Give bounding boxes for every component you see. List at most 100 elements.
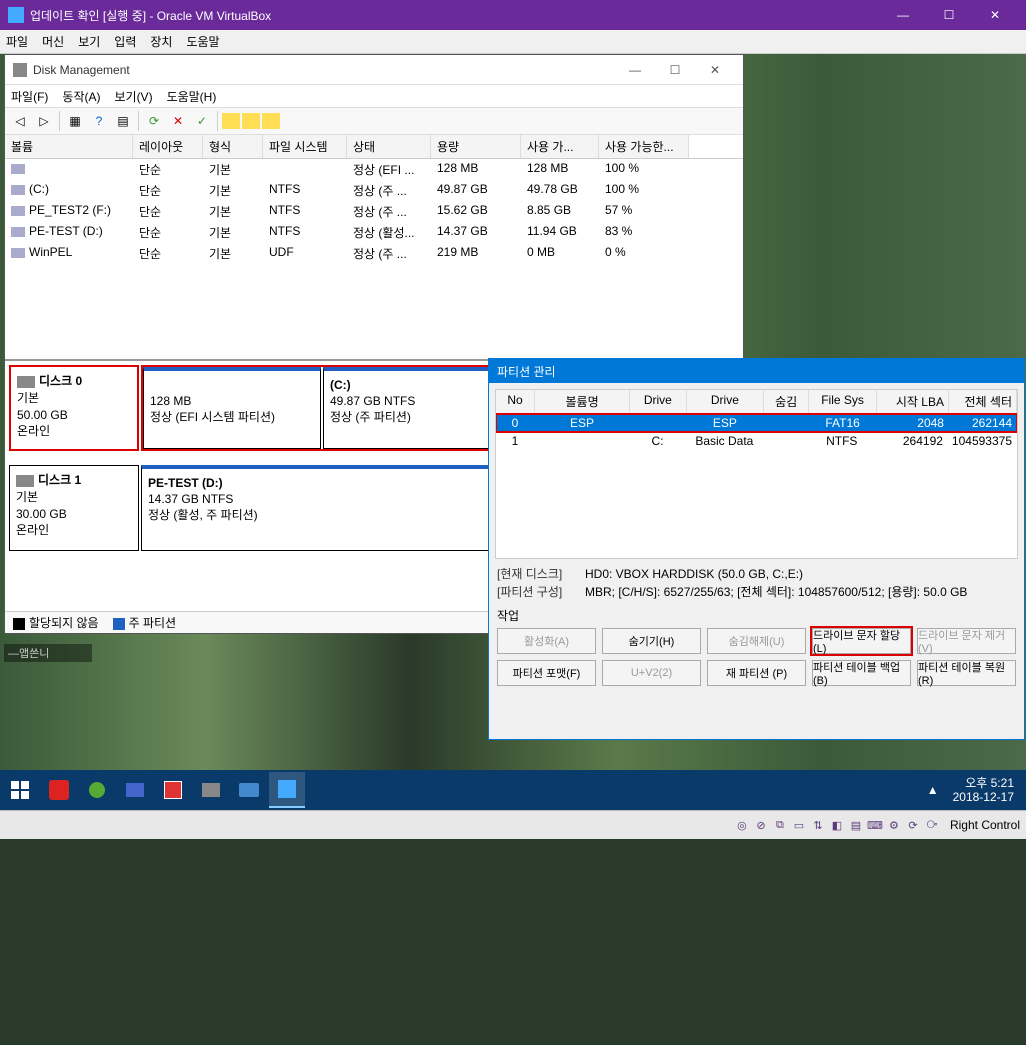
vbox-status-icon[interactable]: ⌨	[867, 817, 883, 833]
col-type[interactable]: 형식	[203, 135, 263, 158]
pm-col-drive[interactable]: Drive	[630, 390, 686, 413]
start-button[interactable]	[0, 770, 40, 810]
volume-row[interactable]: WinPEL단순기본UDF정상 (주 ...219 MB0 MB0 %	[5, 243, 743, 264]
col-capacity[interactable]: 용량	[431, 135, 521, 158]
tb-check-icon[interactable]: ✓	[191, 110, 213, 132]
maximize-button[interactable]: ☐	[926, 0, 972, 30]
disk1-label[interactable]: 디스크 1 기본 30.00 GB 온라인	[9, 465, 139, 551]
vbox-statusbar: ◎⊘⧉▭⇅◧▤⌨⚙⟳⧂ Right Control	[0, 810, 1026, 839]
pm-col-lba[interactable]: 시작 LBA	[877, 390, 949, 413]
tb-delete-icon[interactable]: ✕	[167, 110, 189, 132]
tb-extra2-icon[interactable]	[242, 113, 260, 129]
dm-icon	[13, 63, 27, 77]
vbox-status-icon[interactable]: ⇅	[810, 817, 826, 833]
dm-menu-help[interactable]: 도움말(H)	[167, 88, 217, 105]
close-button[interactable]: ✕	[972, 0, 1018, 30]
minimize-button[interactable]: —	[880, 0, 926, 30]
vbox-status-icon[interactable]: ◧	[829, 817, 845, 833]
vbox-icon	[8, 7, 24, 23]
menu-machine[interactable]: 머신	[42, 33, 64, 50]
vbox-guest-screen: Disk Management — ☐ ✕ 파일(F) 동작(A) 보기(V) …	[0, 54, 1026, 770]
tb-fwd-icon[interactable]: ▷	[33, 110, 55, 132]
dm-menu-action[interactable]: 동작(A)	[62, 88, 100, 105]
pm-col-no[interactable]: No	[496, 390, 535, 413]
menu-file[interactable]: 파일	[6, 33, 28, 50]
taskbar-app-power[interactable]	[41, 772, 77, 808]
vbox-hostkey: Right Control	[950, 818, 1020, 832]
dm-maximize-button[interactable]: ☐	[655, 58, 695, 82]
dm-minimize-button[interactable]: —	[615, 58, 655, 82]
btn-restore-table[interactable]: 파티션 테이블 복원(R)	[917, 660, 1016, 686]
btn-repartition[interactable]: 재 파티션 (P)	[707, 660, 806, 686]
pm-col-fs[interactable]: File Sys	[809, 390, 877, 413]
menu-devices[interactable]: 장치	[150, 33, 172, 50]
btn-backup-table[interactable]: 파티션 테이블 백업(B)	[812, 660, 911, 686]
vbox-status-icon[interactable]: ▤	[848, 817, 864, 833]
taskbar-app-2[interactable]	[79, 772, 115, 808]
btn-remove-letter[interactable]: 드라이브 문자 제거(V)	[917, 628, 1016, 654]
btn-assign-letter[interactable]: 드라이브 문자 할당(L)	[812, 628, 911, 654]
annotation-arrow	[977, 663, 1026, 1045]
partition-row[interactable]: 0ESPESPFAT162048262144	[496, 414, 1017, 432]
taskbar-clock[interactable]: 오후 5:21 2018-12-17	[945, 776, 1022, 805]
pm-col-sectors[interactable]: 전체 섹터	[949, 390, 1017, 413]
taskbar-app-vbox[interactable]	[269, 772, 305, 808]
btn-uv2[interactable]: U+V2(2)	[602, 660, 701, 686]
col-pct[interactable]: 사용 가능한...	[599, 135, 689, 158]
menu-help[interactable]: 도움말	[186, 33, 219, 50]
menu-view[interactable]: 보기	[78, 33, 100, 50]
volume-row[interactable]: 단순기본정상 (EFI ...128 MB128 MB100 %	[5, 159, 743, 180]
dm-volume-list: 볼륨 레이아웃 형식 파일 시스템 상태 용량 사용 가... 사용 가능한..…	[5, 135, 743, 361]
disk0-label[interactable]: 디스크 0 기본 50.00 GB 온라인	[9, 365, 139, 451]
pm-disk-info: [현재 디스크]HD0: VBOX HARDDISK (50.0 GB, C:,…	[497, 565, 1016, 601]
volume-row[interactable]: PE_TEST2 (F:)단순기본NTFS정상 (주 ...15.62 GB8.…	[5, 201, 743, 222]
tb-props-icon[interactable]: ▤	[112, 110, 134, 132]
legend-swatch-primary	[113, 618, 125, 630]
dm-toolbar: ◁ ▷ ▦ ? ▤ ⟳ ✕ ✓	[5, 107, 743, 135]
vbox-status-icon[interactable]: ▭	[791, 817, 807, 833]
tray-icon[interactable]: ▲	[927, 783, 939, 797]
col-fs[interactable]: 파일 시스템	[263, 135, 347, 158]
menu-input[interactable]: 입력	[114, 33, 136, 50]
vbox-status-icon[interactable]: ⟳	[905, 817, 921, 833]
dm-titlebar[interactable]: Disk Management — ☐ ✕	[5, 55, 743, 85]
taskbar-app-6[interactable]	[231, 772, 267, 808]
pm-actions: 작업 활성화(A) 숨기기(H) 숨김해제(U) 드라이브 문자 할당(L) 드…	[497, 607, 1016, 692]
partition-manager-window: 파티션 관리 No 볼륨명 Drive Drive 숨김 File Sys 시작…	[488, 358, 1025, 740]
vbox-status-icon[interactable]: ◎	[734, 817, 750, 833]
tb-extra3-icon[interactable]	[262, 113, 280, 129]
col-status[interactable]: 상태	[347, 135, 431, 158]
btn-unhide[interactable]: 숨김해제(U)	[707, 628, 806, 654]
col-layout[interactable]: 레이아웃	[133, 135, 203, 158]
btn-hide[interactable]: 숨기기(H)	[602, 628, 701, 654]
disk0-part-efi[interactable]: 128 MB 정상 (EFI 시스템 파티션)	[143, 367, 321, 449]
tb-back-icon[interactable]: ◁	[9, 110, 31, 132]
dm-menu-view[interactable]: 보기(V)	[114, 88, 152, 105]
taskbar-app-5[interactable]	[193, 772, 229, 808]
guest-taskbar-fragment: —앱쓴니	[4, 644, 92, 662]
col-free[interactable]: 사용 가...	[521, 135, 599, 158]
dm-close-button[interactable]: ✕	[695, 58, 735, 82]
tb-grid-icon[interactable]: ▦	[64, 110, 86, 132]
vbox-status-icon[interactable]: ⧉	[772, 817, 788, 833]
taskbar-app-4[interactable]	[155, 772, 191, 808]
pm-col-drive2[interactable]: Drive	[687, 390, 765, 413]
vbox-status-icon[interactable]: ⊘	[753, 817, 769, 833]
taskbar-app-3[interactable]	[117, 772, 153, 808]
vbox-titlebar[interactable]: 업데이트 확인 [실행 중] - Oracle VM VirtualBox — …	[0, 0, 1026, 30]
pm-titlebar[interactable]: 파티션 관리	[489, 359, 1024, 383]
btn-format[interactable]: 파티션 포맷(F)	[497, 660, 596, 686]
tb-help-icon[interactable]: ?	[88, 110, 110, 132]
pm-col-volname[interactable]: 볼륨명	[535, 390, 630, 413]
col-volume[interactable]: 볼륨	[5, 135, 133, 158]
partition-row[interactable]: 1C:Basic DataNTFS264192104593375	[496, 432, 1017, 450]
pm-col-hidden[interactable]: 숨김	[764, 390, 809, 413]
volume-row[interactable]: PE-TEST (D:)단순기본NTFS정상 (활성...14.37 GB11.…	[5, 222, 743, 243]
btn-activate[interactable]: 활성화(A)	[497, 628, 596, 654]
tb-refresh-icon[interactable]: ⟳	[143, 110, 165, 132]
tb-extra1-icon[interactable]	[222, 113, 240, 129]
dm-menu-file[interactable]: 파일(F)	[11, 88, 48, 105]
vbox-status-icon[interactable]: ⚙	[886, 817, 902, 833]
volume-row[interactable]: (C:)단순기본NTFS정상 (주 ...49.87 GB49.78 GB100…	[5, 180, 743, 201]
vbox-status-icon[interactable]: ⧂	[924, 817, 940, 833]
